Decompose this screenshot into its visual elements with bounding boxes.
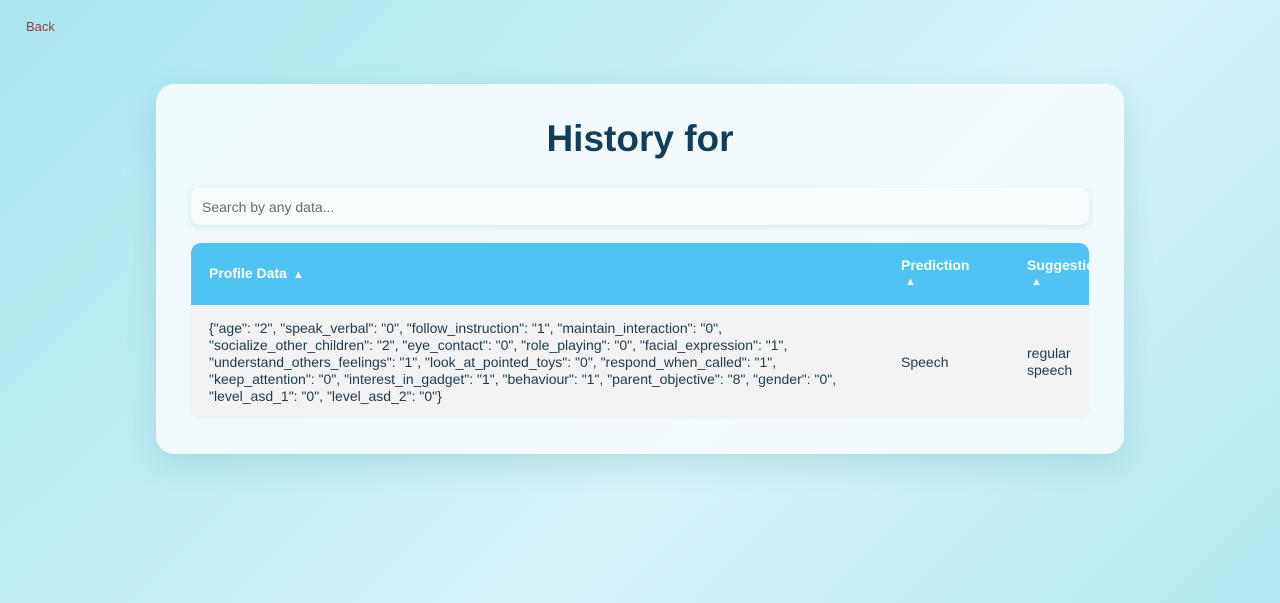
sort-arrow-icon: ▲ xyxy=(1031,276,1042,288)
suggestion-cell: regular speech xyxy=(1009,305,1089,419)
search-input[interactable] xyxy=(191,188,1089,225)
header-suggestion[interactable]: Suggestion ▲ xyxy=(1009,243,1089,305)
header-prediction[interactable]: Prediction ▲ xyxy=(883,243,1009,305)
sort-arrow-icon: ▲ xyxy=(292,268,304,281)
header-prediction-label: Prediction xyxy=(901,257,970,273)
back-link[interactable]: Back xyxy=(26,19,55,34)
header-profile-label: Profile Data xyxy=(209,264,287,281)
header-profile-data[interactable]: Profile Data ▲ xyxy=(191,243,883,305)
history-table: Profile Data ▲ Prediction ▲ Suggestion ▲ {"… xyxy=(191,243,1089,419)
sort-arrow-icon: ▲ xyxy=(905,276,916,288)
header-suggestion-label: Suggestion xyxy=(1027,257,1089,273)
table-row: {"age": "2", "speak_verbal": "0", "follo… xyxy=(191,305,1089,419)
profile-data-cell: {"age": "2", "speak_verbal": "0", "follo… xyxy=(191,305,883,419)
table-header-row: Profile Data ▲ Prediction ▲ Suggestion ▲ xyxy=(191,243,1089,305)
history-card: History for Profile Data ▲ Prediction ▲ Su… xyxy=(156,84,1124,454)
page-title: History for xyxy=(546,118,734,159)
prediction-cell: Speech xyxy=(883,305,1009,419)
